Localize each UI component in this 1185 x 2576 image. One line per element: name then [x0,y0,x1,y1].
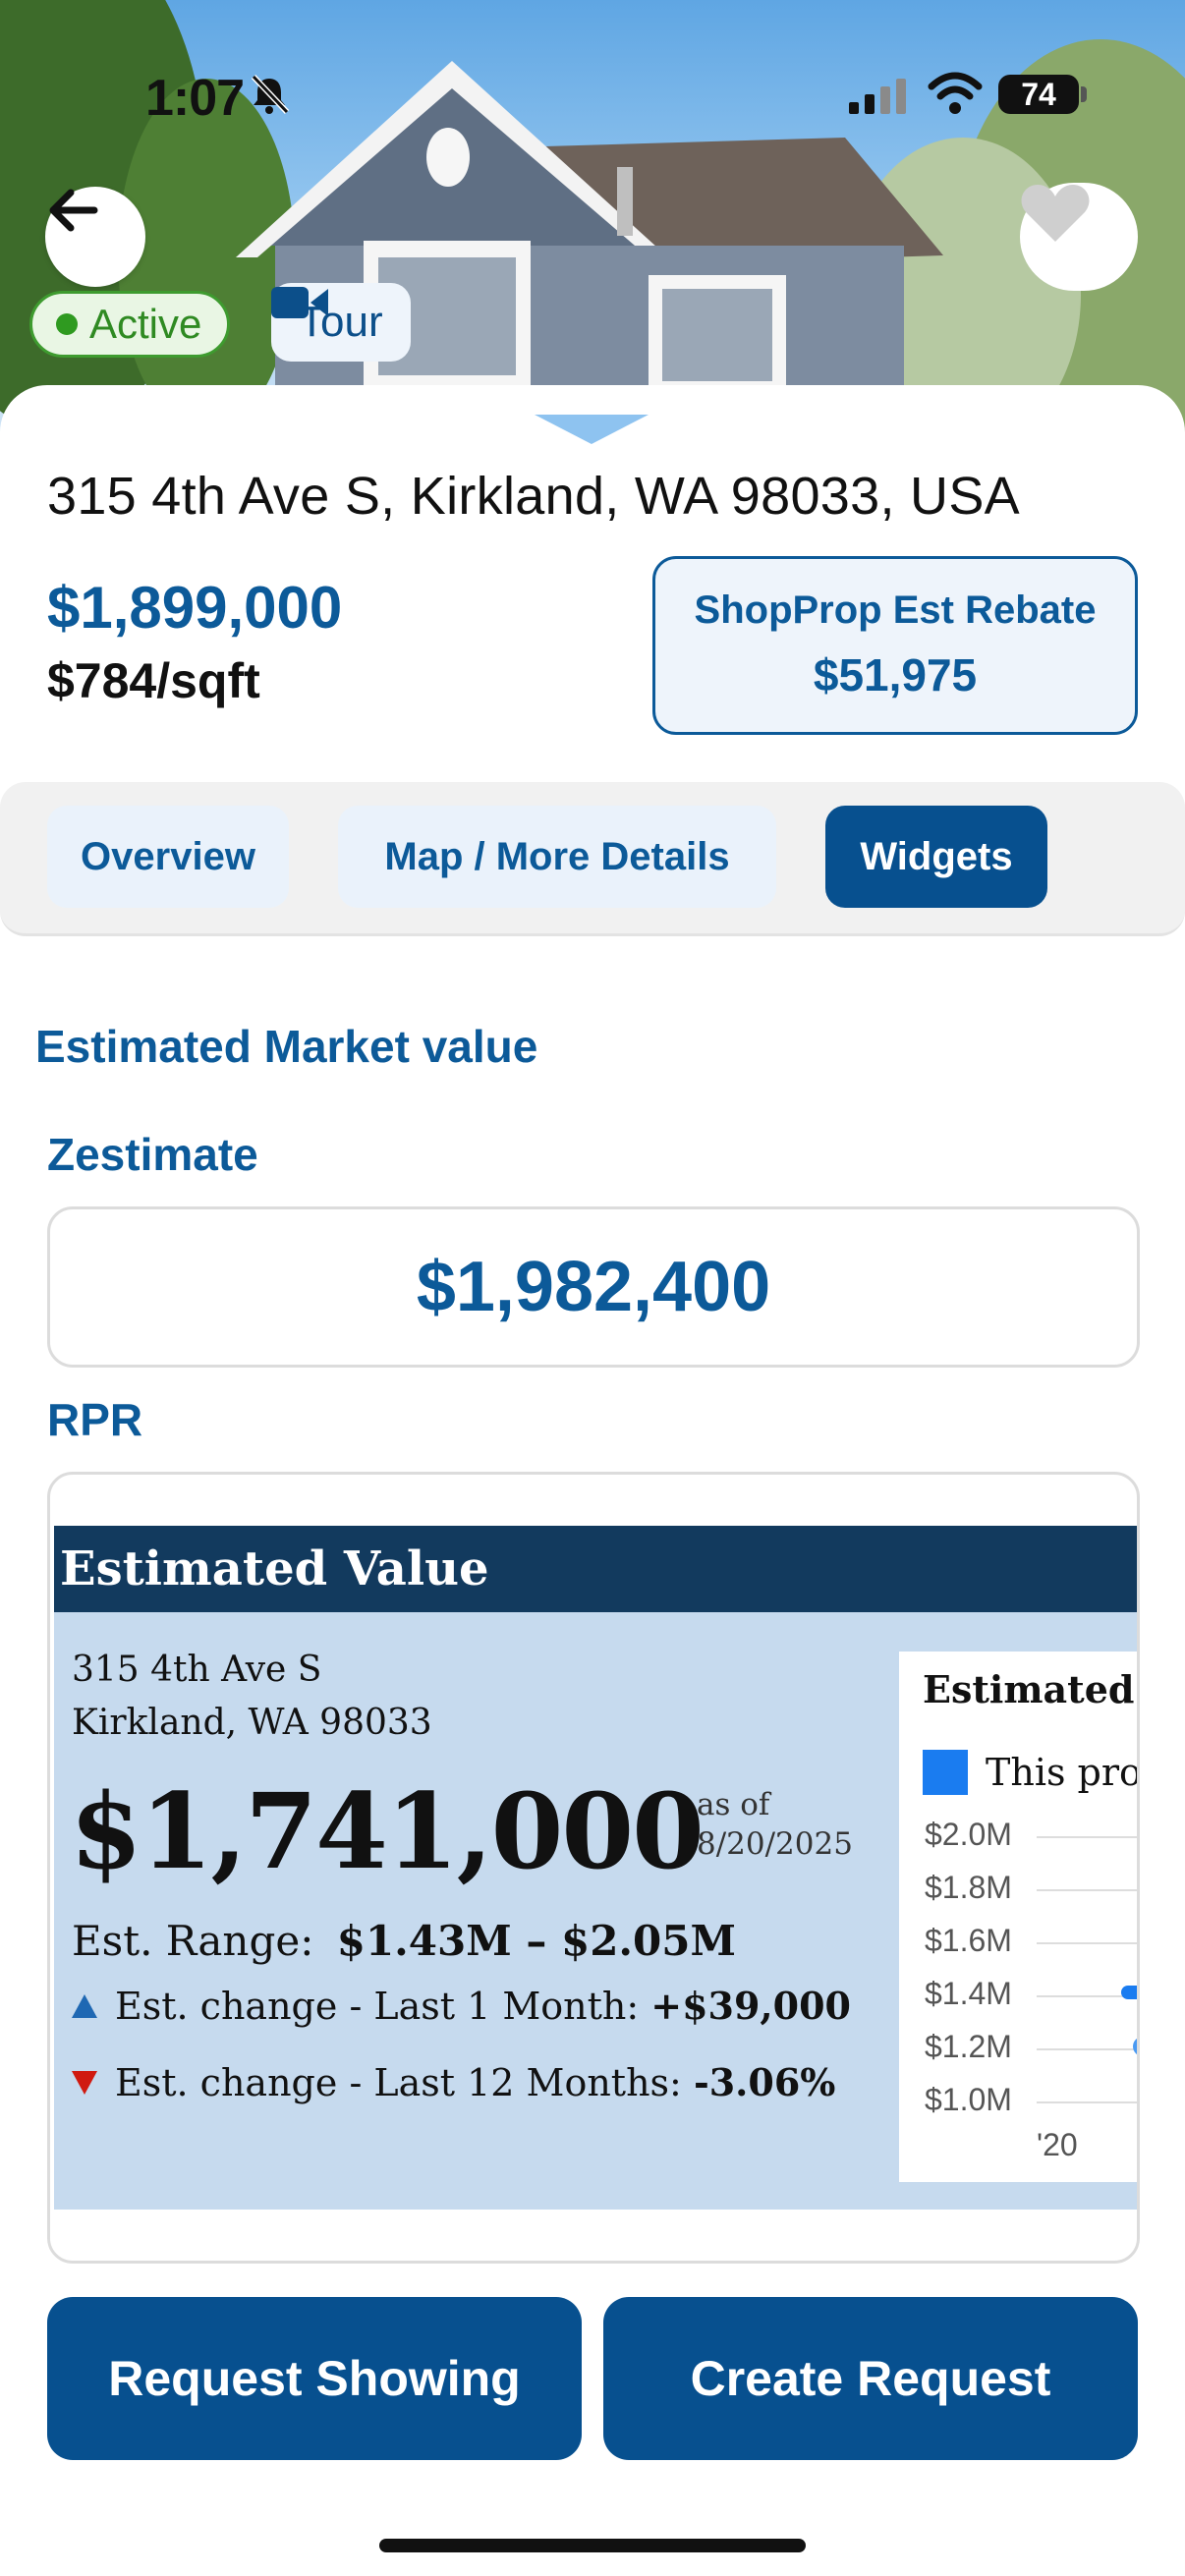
chart-x-tick: '20 [1037,2127,1078,2162]
rpr-change-12m: Est. change - Last 12 Months: -3.06% [72,2060,835,2104]
rpr-range: Est. Range: $1.43M – $2.05M [72,1917,736,1965]
chart-tick: $1.4M [925,1976,1012,2011]
zestimate-value: $1,982,400 [47,1206,1140,1368]
chart-legend-label: This prop [986,1751,1140,1794]
chart-gridline [1037,2048,1137,2050]
create-request-button[interactable]: Create Request [603,2297,1138,2460]
legend-swatch [923,1750,968,1795]
rpr-range-label: Est. Range: [72,1917,314,1965]
favorite-button[interactable] [1020,183,1138,291]
price-per-sqft: $784/sqft [47,653,260,708]
rpr-address-line2: Kirkland, WA 98033 [72,1703,432,1743]
rpr-change-1m-value: +$39,000 [650,1984,851,2028]
chart-series-line [1121,1986,1137,1999]
down-triangle-icon [72,2070,97,2095]
rpr-panel: 315 4th Ave S Kirkland, WA 98033 $1,741,… [54,1612,1137,2210]
rpr-range-value: $1.43M – $2.05M [336,1917,736,1965]
tour-button[interactable]: Tour [271,283,411,362]
up-triangle-icon [72,1993,97,2018]
chart-tick: $1.8M [925,1870,1012,1905]
home-indicator[interactable] [379,2539,806,2552]
heart-icon [1021,185,1090,242]
rpr-value-chart: Estimated V This prop $2.0M $1.8M $1.6M … [899,1652,1140,2182]
rpr-address-line1: 315 4th Ave S [72,1650,322,1690]
rpr-as-of: as of 8/20/2025 [697,1785,853,1864]
video-camera-icon [271,287,328,318]
rebate-label: ShopProp Est Rebate [694,588,1097,632]
chart-tick: $1.6M [925,1923,1012,1958]
rebate-value: $51,975 [813,649,978,700]
sheet-handle-icon[interactable] [535,415,649,444]
battery-tip [1081,86,1087,102]
status-time: 1:07 [145,70,245,127]
section-title: Estimated Market value [35,1021,538,1072]
rpr-widget[interactable]: Estimated Value 315 4th Ave S Kirkland, … [47,1472,1140,2264]
rpr-as-of-label: as of [697,1787,770,1822]
request-showing-button[interactable]: Request Showing [47,2297,582,2460]
chart-gridline [1037,1836,1137,1838]
listing-price: $1,899,000 [47,575,343,641]
chart-title: Estimated V [923,1667,1137,1711]
zestimate-label: Zestimate [47,1129,258,1180]
chart-gridline [1037,1889,1137,1891]
rpr-header: Estimated Value [54,1526,1137,1612]
rpr-change-1m-label: Est. change - Last 1 Month: [115,1985,640,2028]
rpr-label: RPR [47,1394,143,1445]
rpr-estimated-value: $1,741,000 [70,1769,705,1892]
battery-icon: 74 [998,75,1079,114]
tab-overview[interactable]: Overview [47,806,289,908]
rpr-address: 315 4th Ave S Kirkland, WA 98033 [72,1644,432,1750]
chart-tick: $1.2M [925,2029,1012,2064]
tab-map-more-details[interactable]: Map / More Details [338,806,776,908]
status-badge-label: Active [89,301,202,347]
chart-gridline [1037,1942,1137,1944]
listing-photo: 1:07 74 Active Tour [0,0,1185,432]
rebate-card[interactable]: ShopProp Est Rebate $51,975 [652,556,1138,735]
listing-address: 315 4th Ave S, Kirkland, WA 98033, USA [47,467,1020,526]
rpr-change-1m: Est. change - Last 1 Month: +$39,000 [72,1984,851,2028]
chart-tick: $2.0M [925,1817,1012,1852]
status-badge: Active [29,291,231,358]
chart-legend: This prop [923,1750,1140,1795]
arrow-left-icon [49,189,98,232]
rpr-change-12m-value: -3.06% [693,2060,836,2104]
active-dot-icon [56,313,78,335]
chart-data-point [1133,2037,1137,2056]
rpr-change-12m-label: Est. change - Last 12 Months: [115,2061,682,2104]
house-illustration [0,0,1185,432]
tab-widgets[interactable]: Widgets [825,806,1047,908]
back-button[interactable] [45,187,145,287]
chart-tick: $1.0M [925,2082,1012,2117]
chart-gridline [1037,2101,1137,2103]
rpr-as-of-date: 8/20/2025 [697,1826,853,1862]
